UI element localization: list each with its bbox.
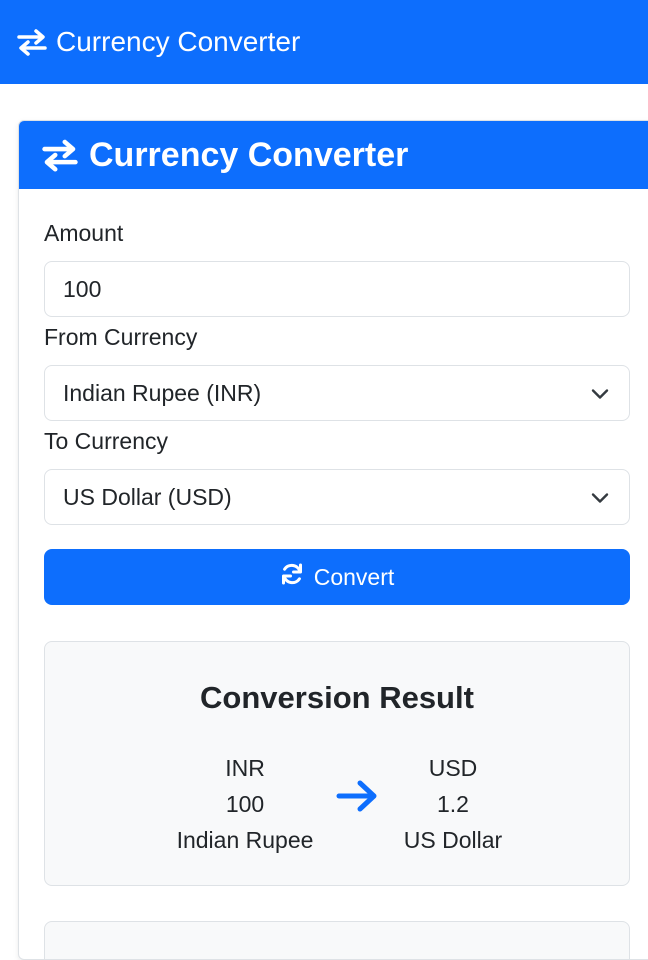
convert-button-label: Convert bbox=[313, 563, 395, 590]
result-from-column: INR 100 Indian Rupee bbox=[155, 750, 335, 858]
result-to-column: USD 1.2 US Dollar bbox=[363, 750, 543, 858]
to-currency-name: US Dollar bbox=[403, 827, 503, 853]
from-currency-label: From Currency bbox=[44, 324, 198, 350]
result-title: Conversion Result bbox=[200, 680, 474, 715]
from-currency-value: Indian Rupee (INR) bbox=[63, 379, 262, 406]
converter-card: Currency Converter Amount 100 From Curre… bbox=[18, 120, 648, 960]
to-amount: 1.2 bbox=[437, 791, 469, 817]
conversion-result-panel: Conversion Result INR 100 Indian Rupee U… bbox=[44, 641, 630, 886]
to-currency-label: To Currency bbox=[44, 428, 168, 454]
from-amount: 100 bbox=[225, 791, 265, 817]
navbar-brand-text: Currency Converter bbox=[56, 26, 301, 57]
to-currency-select[interactable]: US Dollar (USD) bbox=[44, 469, 630, 525]
to-currency-code: USD bbox=[428, 755, 478, 781]
chevron-down-icon bbox=[591, 484, 609, 511]
exchange-arrows-icon bbox=[41, 138, 79, 172]
card-title: Currency Converter bbox=[89, 136, 409, 174]
amount-label: Amount bbox=[44, 220, 124, 246]
from-currency-select[interactable]: Indian Rupee (INR) bbox=[44, 365, 630, 421]
convert-button[interactable]: Convert bbox=[44, 549, 630, 605]
to-currency-value: US Dollar (USD) bbox=[63, 483, 232, 510]
card-header: Currency Converter bbox=[19, 121, 648, 189]
from-currency-name: Indian Rupee bbox=[176, 827, 314, 853]
navbar-brand[interactable]: Currency Converter bbox=[16, 28, 300, 56]
refresh-icon bbox=[280, 562, 304, 592]
from-currency-code: INR bbox=[225, 755, 265, 781]
amount-value: 100 bbox=[63, 275, 102, 302]
top-navbar: Currency Converter bbox=[0, 0, 648, 84]
secondary-panel bbox=[44, 921, 630, 959]
chevron-down-icon bbox=[591, 380, 609, 407]
exchange-arrows-icon bbox=[16, 28, 48, 56]
amount-input[interactable]: 100 bbox=[44, 261, 630, 317]
